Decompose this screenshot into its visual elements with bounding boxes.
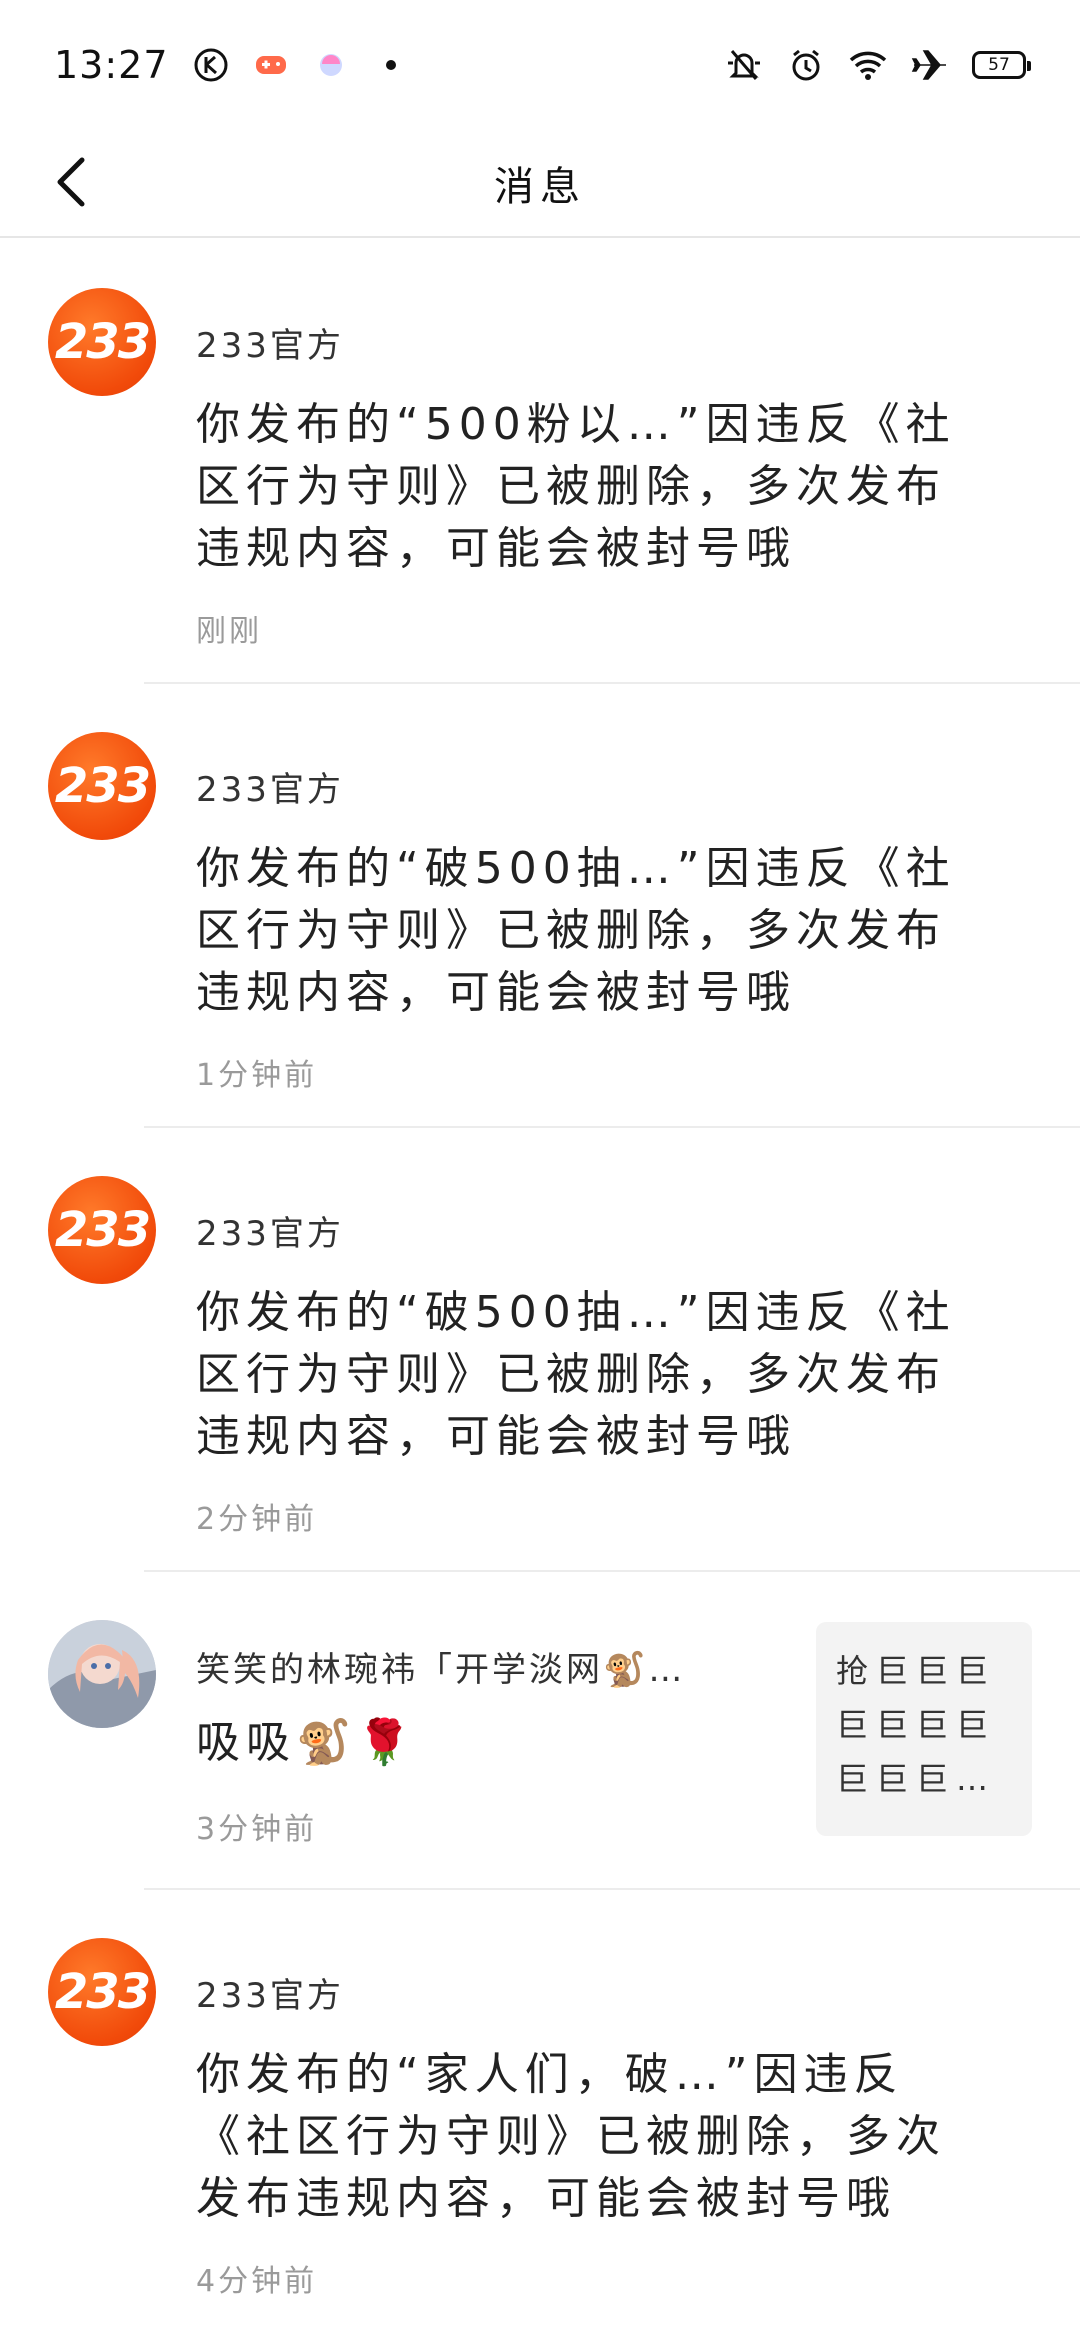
message-text: 你发布的“破500抽…”因违反《社区行为守则》已被删除，多次发布违规内容，可能会… — [196, 1287, 956, 1462]
official-avatar[interactable]: 233 — [48, 1176, 156, 1284]
status-right-icons: 57 — [724, 45, 1031, 85]
user-avatar-image — [48, 1620, 156, 1728]
game-controller-icon — [251, 45, 291, 85]
status-left-icons — [191, 45, 411, 85]
official-avatar[interactable]: 233 — [48, 1938, 156, 2046]
app-bubble-icon — [311, 45, 351, 85]
nav-bar: 消息 — [0, 130, 1080, 238]
mute-bell-icon — [724, 45, 764, 85]
message-item[interactable]: 233 233官方 你发布的“家人们，破…”因违反《社区行为守则》已被删除，多次… — [0, 1890, 1080, 2334]
status-time: 13:27 — [54, 43, 169, 87]
sender-name: 笑笑的林琬祎「开学淡网🐒… — [196, 1650, 686, 1690]
sender-name: 233官方 — [196, 1214, 344, 1254]
sender-name: 233官方 — [196, 326, 344, 366]
official-avatar[interactable]: 233 — [48, 288, 156, 396]
message-time: 4分钟前 — [196, 2264, 318, 2299]
message-text: 你发布的“破500抽…”因违反《社区行为守则》已被删除，多次发布违规内容，可能会… — [196, 843, 956, 1018]
sender-name: 233官方 — [196, 770, 344, 810]
back-button[interactable] — [52, 150, 112, 214]
alarm-icon — [786, 45, 826, 85]
airplane-icon — [910, 45, 950, 85]
message-time: 刚刚 — [196, 614, 262, 649]
message-text: 吸吸🐒🌹 — [196, 1717, 418, 1768]
status-bar: 13:27 57 — [0, 0, 1080, 130]
message-time: 2分钟前 — [196, 1502, 318, 1537]
chevron-left-icon — [57, 157, 85, 207]
message-text: 你发布的“家人们，破…”因违反《社区行为守则》已被删除，多次发布违规内容，可能会… — [196, 2049, 946, 2224]
message-time: 3分钟前 — [196, 1812, 318, 1847]
user-avatar[interactable] — [48, 1620, 156, 1728]
k-app-icon — [191, 45, 231, 85]
dot-icon — [371, 45, 411, 85]
official-avatar[interactable]: 233 — [48, 732, 156, 840]
message-item[interactable]: 笑笑的林琬祎「开学淡网🐒… 吸吸🐒🌹 3分钟前 抢巨巨巨巨巨巨巨巨巨巨… — [0, 1572, 1080, 1890]
message-item[interactable]: 233 233官方 你发布的“500粉以…”因违反《社区行为守则》已被删除，多次… — [0, 240, 1080, 684]
sender-name: 233官方 — [196, 1976, 344, 2016]
battery-icon: 57 — [972, 51, 1031, 79]
message-list: 233 233官方 你发布的“500粉以…”因违反《社区行为守则》已被删除，多次… — [0, 240, 1080, 2334]
message-text: 你发布的“500粉以…”因违反《社区行为守则》已被删除，多次发布违规内容，可能会… — [196, 399, 956, 574]
post-thumbnail[interactable]: 抢巨巨巨巨巨巨巨巨巨巨… — [816, 1622, 1032, 1836]
message-item[interactable]: 233 233官方 你发布的“破500抽…”因违反《社区行为守则》已被删除，多次… — [0, 684, 1080, 1128]
message-item[interactable]: 233 233官方 你发布的“破500抽…”因违反《社区行为守则》已被删除，多次… — [0, 1128, 1080, 1572]
message-time: 1分钟前 — [196, 1058, 318, 1093]
page-title: 消息 — [494, 164, 586, 210]
wifi-icon — [848, 45, 888, 85]
